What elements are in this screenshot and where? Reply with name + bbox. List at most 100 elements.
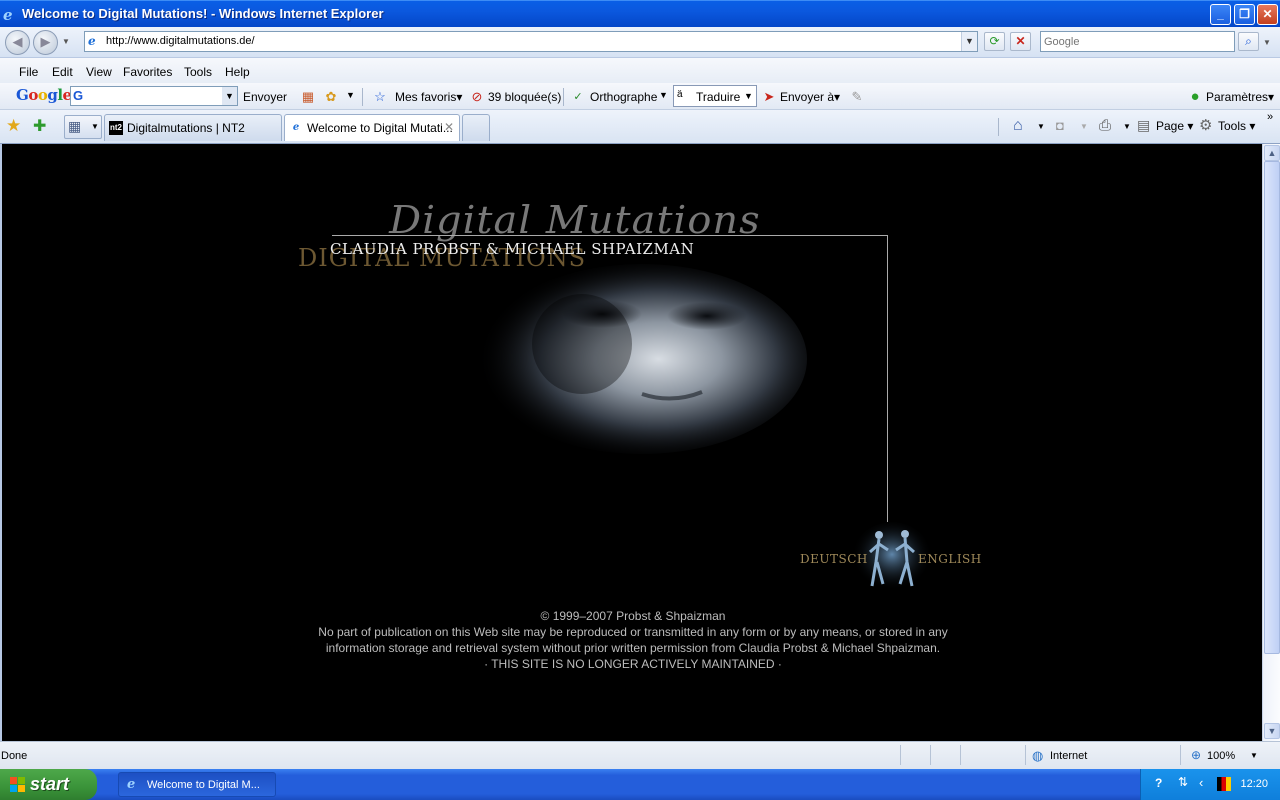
google-search-input[interactable]: G ▼ [70, 86, 238, 106]
send-to-button[interactable]: Envoyer à▾ [780, 90, 840, 104]
translate-button[interactable]: ä Traduire ▼ [673, 85, 757, 107]
print-dropdown-icon[interactable]: ▼ [1123, 122, 1131, 131]
taskbar-ie-window[interactable]: e Welcome to Digital M... [118, 772, 276, 797]
help-icon[interactable]: ? [1155, 776, 1162, 790]
title-bar: e Welcome to Digital Mutations! - Window… [0, 0, 1280, 27]
chevron-left-icon[interactable]: ‹ [1199, 775, 1203, 790]
search-button[interactable]: ⌕ [1238, 32, 1259, 51]
home-dropdown-icon[interactable]: ▼ [1037, 122, 1045, 131]
frame-line [887, 235, 888, 522]
favorites-button[interactable]: Mes favoris▾ [395, 90, 462, 104]
refresh-button[interactable]: ⟳ [984, 32, 1005, 51]
settings-button[interactable]: Paramètres▾ [1206, 90, 1274, 104]
menu-bar: File Edit View Favorites Tools Help [0, 58, 1280, 83]
search-options-icon[interactable]: ▼ [1263, 38, 1271, 47]
system-tray: ? ⇅ ‹ 12:20 [1140, 769, 1280, 800]
status-divider [960, 745, 961, 765]
address-field[interactable]: e http://www.digitalmutations.de/ ▼ [84, 31, 978, 52]
feeds-dropdown-icon[interactable]: ▼ [1080, 122, 1088, 131]
translate-dropdown-icon[interactable]: ▼ [744, 91, 753, 101]
network-icon[interactable]: ⇅ [1178, 775, 1188, 789]
zoom-level[interactable]: 100% [1207, 750, 1235, 762]
tab-list-dropdown-icon[interactable]: ▼ [91, 122, 99, 131]
google-dropdown-icon[interactable]: ▼ [222, 87, 237, 105]
settings-label: Paramètres [1206, 90, 1269, 104]
forward-button[interactable]: ▶ [33, 30, 58, 55]
menu-edit[interactable]: Edit [52, 65, 73, 79]
favorites-star-icon[interactable]: ★ [6, 116, 21, 136]
menu-help[interactable]: Help [225, 65, 250, 79]
tab-close-icon[interactable]: ✕ [444, 120, 454, 134]
url-text[interactable]: http://www.digitalmutations.de/ [106, 35, 255, 47]
windows-flag-icon [10, 777, 25, 792]
chevron-right-icon[interactable]: » [1267, 111, 1273, 123]
toolbar-separator [998, 118, 999, 136]
notice-line-1: No part of publication on this Web site … [318, 625, 948, 639]
status-divider [900, 745, 901, 765]
toolbar-separator [563, 88, 564, 106]
send-to-icon: ➤ [763, 89, 775, 104]
status-text: Done [1, 750, 28, 762]
scroll-up-icon[interactable]: ▲ [1264, 145, 1280, 161]
menu-file[interactable]: File [19, 65, 38, 79]
back-button[interactable]: ◀ [5, 30, 30, 55]
close-button[interactable]: ✕ [1257, 4, 1278, 25]
feeds-icon[interactable]: ◘ [1056, 118, 1064, 133]
highlight-icon[interactable]: ✎ [849, 89, 865, 105]
status-bar: Done ◍ Internet ⊕ 100% ▼ [0, 741, 1280, 769]
search-input[interactable] [1041, 32, 1234, 51]
ie-task-icon: e [127, 777, 136, 792]
spellcheck-button[interactable]: Orthographe [590, 90, 657, 104]
google-toolbar: Google G ▼ Envoyer ▦ ✿ ▼ ☆ Mes favoris▾ … [0, 83, 1280, 110]
popup-blocker-button[interactable]: 39 bloquée(s) [488, 90, 561, 104]
quick-tabs-icon: ▦ [68, 118, 82, 134]
google-g-icon: G [73, 88, 84, 103]
menu-tools[interactable]: Tools [184, 65, 212, 79]
maximize-button[interactable]: ❐ [1234, 4, 1255, 25]
tools-menu-button[interactable]: Tools ▾ [1218, 119, 1255, 133]
toolbar-separator [362, 88, 363, 106]
print-icon[interactable]: ⎙ [1099, 117, 1111, 134]
window-title: Welcome to Digital Mutations! - Windows … [22, 6, 384, 21]
zoom-icon: ⊕ [1191, 748, 1202, 762]
status-divider [1180, 745, 1181, 765]
page-menu-button[interactable]: Page ▾ [1156, 119, 1193, 133]
scroll-thumb[interactable] [1264, 161, 1280, 654]
spellcheck-dropdown-icon[interactable]: ▼ [659, 90, 668, 100]
frame-line [332, 235, 888, 236]
task-label: Welcome to Digital M... [147, 779, 260, 791]
popup-blocker-icon: ⊘ [471, 89, 483, 104]
menu-favorites[interactable]: Favorites [123, 65, 172, 79]
bookmark-icon[interactable]: ✿ [323, 89, 339, 105]
menu-view[interactable]: View [86, 65, 112, 79]
history-dropdown-icon[interactable]: ▼ [62, 37, 70, 46]
stop-button[interactable]: ✕ [1010, 32, 1031, 51]
send-button[interactable]: Envoyer [243, 90, 287, 104]
start-button[interactable]: start [0, 769, 97, 800]
more-dropdown-icon[interactable]: ▼ [346, 90, 355, 100]
page-icon: ▤ [1137, 117, 1151, 133]
scroll-down-icon[interactable]: ▼ [1264, 723, 1280, 739]
notice-line-2: information storage and retrieval system… [325, 641, 941, 655]
home-icon[interactable]: ⌂ [1013, 117, 1023, 135]
zoom-dropdown-icon[interactable]: ▼ [1250, 751, 1258, 760]
search-field[interactable] [1040, 31, 1235, 52]
tab-digitalmutations-nt2[interactable]: nt2 Digitalmutations | NT2 [104, 114, 282, 141]
copyright-text: © 1999–2007 Probst & Shpaizman [540, 609, 726, 623]
english-link[interactable]: ENGLISH [918, 552, 982, 566]
deutsch-link[interactable]: DEUTSCH [800, 552, 868, 566]
quick-tabs-button[interactable]: ▦ ▼ [64, 115, 102, 139]
minimize-button[interactable]: _ [1210, 4, 1231, 25]
tools-gear-icon: ⚙ [1199, 117, 1213, 134]
ie-page-icon: e [292, 122, 300, 133]
add-favorite-icon[interactable]: ✚ [33, 116, 46, 136]
language-flag-icon[interactable] [1217, 777, 1231, 791]
tab-welcome[interactable]: e Welcome to Digital Mutati... ✕ [284, 114, 460, 141]
new-tab-button[interactable] [462, 114, 490, 141]
taskbar: start e Welcome to Digital M... ? ⇅ ‹ 12… [0, 769, 1280, 800]
spellcheck-icon: ✓ [573, 91, 583, 103]
news-icon[interactable]: ▦ [300, 89, 316, 105]
address-dropdown-icon[interactable]: ▼ [961, 32, 977, 51]
vertical-scrollbar[interactable]: ▲ ▼ [1262, 144, 1280, 741]
ie-logo-icon: e [3, 6, 13, 24]
